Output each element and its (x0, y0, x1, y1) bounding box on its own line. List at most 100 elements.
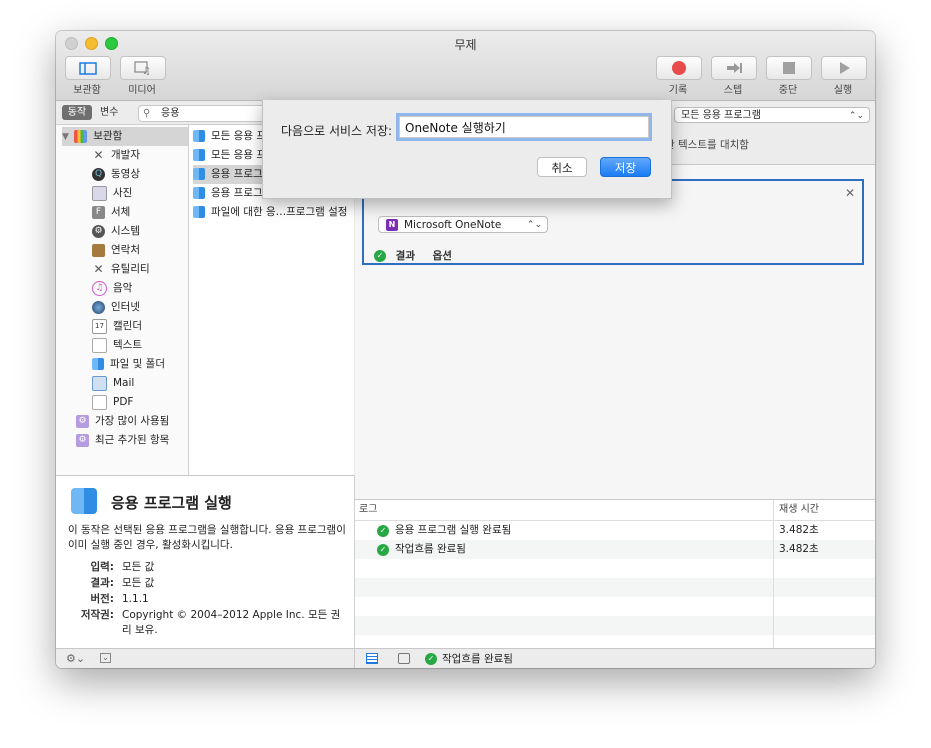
table-row-empty (355, 578, 875, 597)
library-toolbar-button[interactable] (65, 56, 111, 80)
finder-icon (193, 149, 205, 161)
sidebar-item-pdf[interactable]: PDF (92, 393, 133, 412)
stop-toolbar-button[interactable] (766, 56, 812, 80)
tab-options[interactable]: 옵션 (433, 250, 452, 262)
library-list: ▼ 보관함 ✕ 개발자 Q 동영상 사진 F 서체 ⚙ 시스템 연락처 ✕ 유틸리티 ♫ 음… (56, 125, 189, 475)
finder-icon (193, 206, 205, 218)
smart-group-most-used[interactable]: ⚙ 가장 많이 사용됨 (76, 412, 169, 431)
step-toolbar-button[interactable] (711, 56, 757, 80)
title-toolbar: 무제 보관함 ♫ 미디어 기록 스텝 중단 실행 (56, 31, 875, 101)
sidebar-item-utility[interactable]: ✕ 유틸리티 (92, 260, 150, 279)
internet-icon (92, 300, 105, 314)
font-icon: F (92, 205, 105, 219)
meta-value: Copyright © 2004–2012 Apple Inc. 모든 권리 보… (122, 609, 341, 636)
service-name-field[interactable] (399, 116, 649, 138)
action-label: 응용 프로그 (211, 168, 263, 180)
status-bar: ✓ 작업흐름 완료됨 (355, 648, 875, 668)
variables-view-icon[interactable] (398, 653, 410, 664)
sidebar-item-files[interactable]: 파일 및 폴더 (92, 355, 165, 374)
sidebar-item-photo[interactable]: 사진 (92, 184, 132, 203)
meta-key: 입력: (90, 561, 114, 573)
sidebar-item-contacts[interactable]: 연락처 (92, 241, 140, 260)
sidebar-item-label: 유틸리티 (111, 263, 150, 275)
gear-icon[interactable]: ⚙︎⌄ (66, 652, 85, 665)
record-toolbar-label: 기록 (668, 85, 688, 96)
cancel-button[interactable]: 취소 (537, 157, 587, 177)
chevron-updown-icon: ⌃⌄ (526, 220, 542, 230)
sidebar-item-system[interactable]: ⚙ 시스템 (92, 222, 140, 241)
library-root[interactable]: ▼ 보관함 (62, 127, 188, 146)
step-icon (727, 63, 742, 73)
meta-key: 저작권: (80, 609, 114, 621)
smart-folder-icon: ⚙ (76, 433, 89, 447)
sidebar-item-developer[interactable]: ✕ 개발자 (92, 146, 140, 165)
sidebar-item-label: 텍스트 (113, 339, 142, 351)
run-icon (840, 62, 850, 74)
status-text: 작업흐름 완료됨 (442, 653, 513, 665)
card-footer: ✓ 결과 옵션 (374, 248, 452, 263)
meta-value: 모든 값 (122, 561, 155, 573)
sidebar-item-mail[interactable]: Mail (92, 374, 134, 393)
sidebar-item-label: 인터넷 (111, 301, 140, 313)
action-label: 모든 응용 프 (211, 130, 266, 142)
sidebar-item-label: PDF (113, 396, 134, 408)
save-service-sheet: 다음으로 서비스 저장: 취소 저장 (262, 100, 672, 199)
onenote-icon: N (386, 219, 398, 231)
tab-variables[interactable]: 변수 (100, 105, 118, 120)
run-toolbar-button[interactable] (821, 56, 867, 80)
app-select[interactable]: N Microsoft OneNote ⌃⌄ (378, 216, 548, 233)
app-select-value: Microsoft OneNote (404, 219, 502, 231)
finder-icon (92, 358, 104, 370)
sidebar-item-music[interactable]: ♫ 음악 (92, 279, 132, 298)
sidebar-item-calendar[interactable]: 17 캘린더 (92, 317, 142, 336)
step-toolbar-label: 스텝 (723, 85, 743, 96)
sidebar-item-text[interactable]: 텍스트 (92, 336, 142, 355)
finder-icon (193, 187, 205, 199)
list-item[interactable]: 파일에 대한 응…프로그램 설정 (193, 203, 353, 222)
meta-key: 버전: (90, 593, 114, 605)
media-toolbar-button[interactable]: ♫ (120, 56, 166, 80)
stop-icon (783, 62, 795, 74)
finder-icon (71, 488, 97, 514)
smart-group-recent[interactable]: ⚙ 최근 추가된 항목 (76, 431, 169, 450)
table-row[interactable]: ✓ 응용 프로그램 실행 완료됨 3.482초 (355, 521, 875, 540)
photo-icon (92, 185, 107, 201)
sidebar-item-internet[interactable]: 인터넷 (92, 298, 140, 317)
record-toolbar-button[interactable] (656, 56, 702, 80)
duration-column-header[interactable]: 재생 시간 (779, 500, 819, 520)
tab-actions[interactable]: 동작 (62, 105, 92, 120)
text-icon (92, 337, 107, 353)
record-icon (672, 61, 686, 75)
contacts-icon (92, 243, 105, 257)
log-table: 로그 재생 시간 ✓ 응용 프로그램 실행 완료됨 3.482초 ✓ 작업흐름 … (355, 499, 875, 649)
search-input[interactable]: ⚲ 응용 (138, 105, 270, 122)
automator-window: 무제 보관함 ♫ 미디어 기록 스텝 중단 실행 동작 변수 ⚲ 응용 ▼ 보관… (56, 31, 875, 668)
table-row[interactable]: ✓ 작업흐름 완료됨 3.482초 (355, 540, 875, 559)
sidebar-item-movie[interactable]: Q 동영상 (92, 165, 140, 184)
smart-group-label: 최근 추가된 항목 (95, 434, 170, 446)
table-row-empty (355, 616, 875, 635)
service-input-popup[interactable]: 모든 응용 프로그램 ⌃⌄ (674, 107, 870, 123)
developer-icon: ✕ (93, 147, 104, 162)
save-button[interactable]: 저장 (600, 157, 651, 177)
mail-icon (92, 375, 107, 391)
library-toolbar-label: 보관함 (73, 85, 101, 96)
replace-text-label: 한 텍스트를 대치함 (665, 139, 749, 151)
close-icon[interactable]: ✕ (845, 186, 855, 200)
log-view-icon[interactable] (366, 653, 378, 664)
chevron-updown-icon: ⌃⌄ (848, 111, 864, 121)
media-icon: ♫ (134, 61, 151, 75)
library-panel-icon (79, 61, 97, 75)
description-toggle-icon[interactable]: ⌄ (100, 653, 111, 663)
search-query: 응용 (161, 108, 180, 119)
tab-results[interactable]: 결과 (396, 250, 415, 262)
finder-icon (193, 168, 205, 180)
system-icon: ⚙ (92, 224, 105, 238)
sidebar-item-label: 연락처 (111, 244, 140, 256)
library-footer: ⚙︎⌄ ⌄ (56, 648, 355, 668)
log-column-header[interactable]: 로그 (359, 500, 377, 520)
checkmark-icon: ✓ (377, 544, 389, 556)
workflow-area: ✕ N Microsoft OneNote ⌃⌄ ✓ 결과 옵션 (355, 165, 875, 499)
log-duration: 3.482초 (779, 524, 819, 536)
sidebar-item-font[interactable]: F 서체 (92, 203, 130, 222)
